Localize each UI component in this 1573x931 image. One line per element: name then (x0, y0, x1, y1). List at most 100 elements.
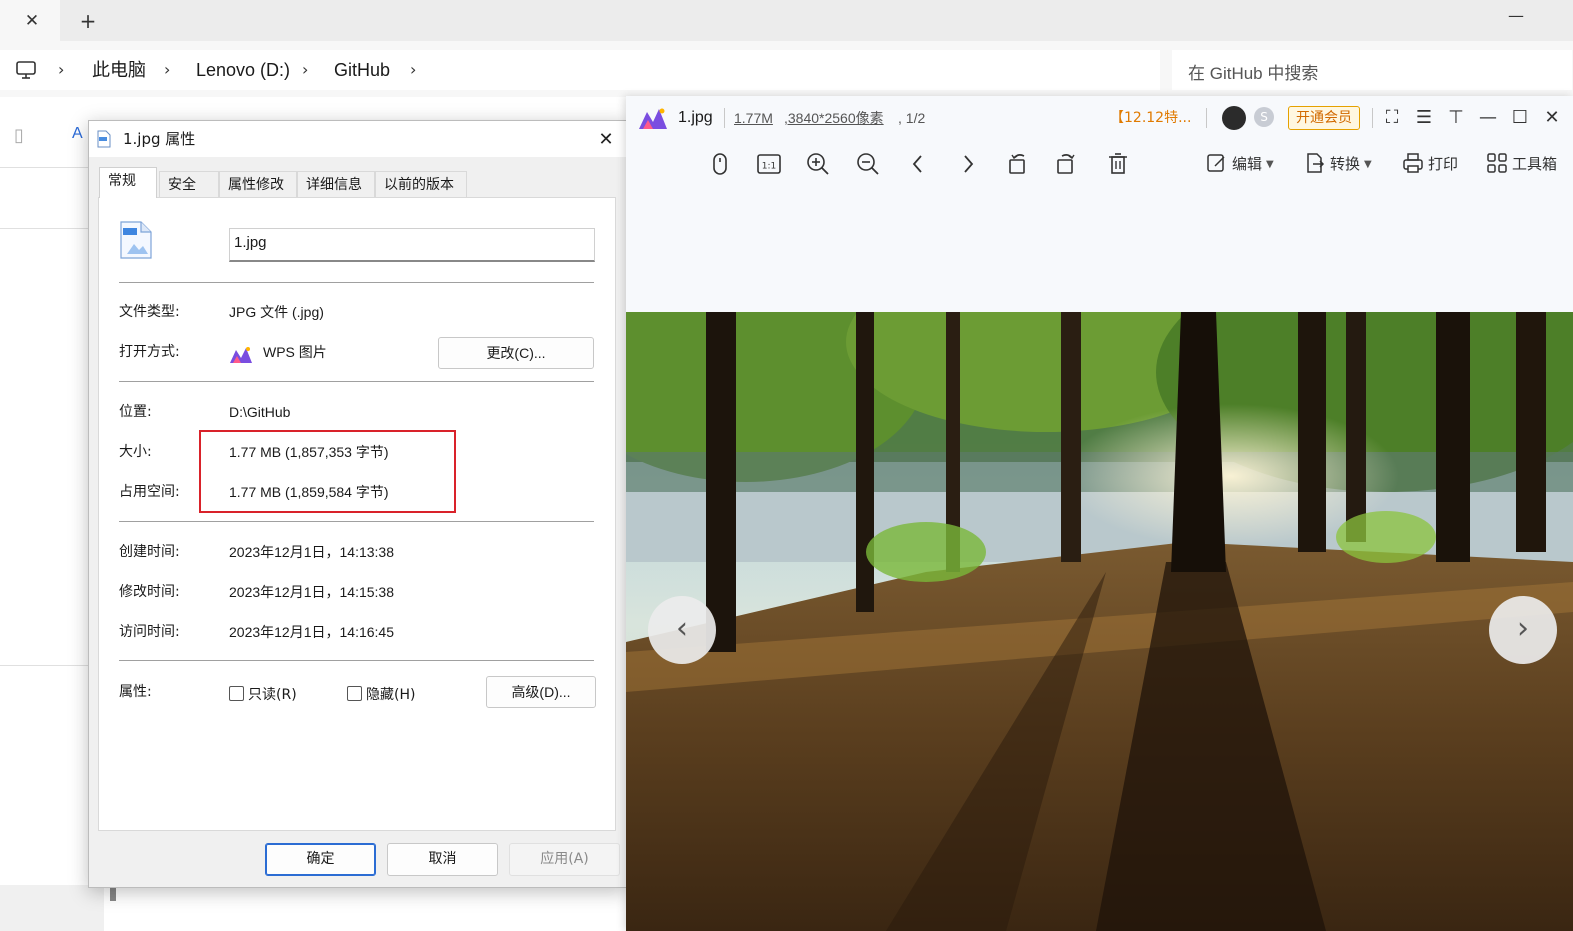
breadcrumb-github[interactable]: GitHub (334, 58, 390, 82)
vip-button[interactable]: 开通会员 (1288, 106, 1360, 130)
size-on-disk-label: 占用空间: (119, 484, 180, 500)
rotate-right-icon[interactable] (1054, 150, 1082, 178)
previous-icon[interactable] (904, 150, 932, 178)
edit-icon (1207, 154, 1225, 172)
readonly-checkbox[interactable]: 只读(R) (229, 685, 297, 705)
new-tab-button[interactable]: + (74, 8, 102, 34)
hidden-checkbox[interactable]: 隐藏(H) (347, 685, 415, 705)
menu-icon[interactable]: ☰ (1410, 104, 1438, 132)
chevron-right-icon[interactable]: › (302, 58, 308, 82)
explorer-tab-bar: ✕ + — (0, 0, 1573, 41)
file-type-value: JPG 文件 (.jpg) (229, 304, 324, 320)
dialog-title-bar[interactable]: 1.jpg 属性 ✕ (89, 121, 627, 157)
zoom-in-icon[interactable] (804, 150, 832, 178)
modified-label: 修改时间: (119, 584, 180, 600)
close-icon[interactable]: ✕ (1538, 104, 1566, 132)
tab-security[interactable]: 安全 (159, 171, 219, 197)
promo-link[interactable]: 【12.12特... (1110, 109, 1191, 127)
grid-icon (1487, 153, 1507, 173)
zoom-out-icon[interactable] (854, 150, 882, 178)
apply-button[interactable]: 应用(A) (509, 843, 620, 876)
properties-dialog: 1.jpg 属性 ✕ 常规 安全 属性修改 详细信息 以前的版本 1.jpg 文… (88, 120, 628, 888)
tab-previous-versions[interactable]: 以前的版本 (375, 171, 467, 197)
convert-label: 转换 (1330, 155, 1361, 173)
checkbox-box[interactable] (229, 686, 244, 701)
chevron-right-icon[interactable]: › (164, 58, 170, 82)
rotate-left-icon[interactable] (1004, 150, 1032, 178)
cancel-button[interactable]: 取消 (387, 843, 498, 876)
open-with-value: WPS 图片 (263, 344, 327, 360)
breadcrumb-drive[interactable]: Lenovo (D:) (196, 58, 290, 82)
divider (1372, 108, 1373, 128)
edit-label: 编辑 (1232, 155, 1263, 173)
status-area (0, 885, 104, 931)
file-icon (97, 130, 111, 148)
wps-logo-icon (639, 108, 667, 129)
created-value: 2023年12月1日，14:13:38 (229, 544, 394, 560)
avatar[interactable] (1222, 106, 1246, 130)
address-bar: › 此电脑 › Lenovo (D:) › GitHub › 在 GitHub … (0, 41, 1573, 97)
jpg-file-icon (120, 221, 152, 259)
advanced-button[interactable]: 高级(D)... (486, 676, 596, 708)
dimensions-link[interactable]: ,3840*2560像素 (784, 109, 884, 127)
open-with-label: 打开方式: (119, 344, 180, 360)
pin-icon[interactable]: ⊤ (1442, 104, 1470, 132)
chevron-right-icon[interactable]: › (58, 58, 64, 82)
image-viewer-window: 1.jpg 1.77M ,3840*2560像素 , 1/2 【12.12特..… (626, 96, 1573, 931)
fullscreen-icon[interactable]: ⛶ (1378, 104, 1406, 132)
previous-image-button[interactable]: ‹ (648, 596, 716, 664)
breadcrumb-this-pc[interactable]: 此电脑 (92, 58, 146, 82)
convert-button[interactable]: 转换 ▼ (1304, 152, 1372, 176)
divider (0, 665, 90, 666)
file-type-label: 文件类型: (119, 304, 180, 320)
tab-details[interactable]: 详细信息 (297, 171, 375, 197)
print-button[interactable]: 打印 (1402, 152, 1458, 176)
accessed-value: 2023年12月1日，14:16:45 (229, 624, 394, 640)
file-name-field[interactable]: 1.jpg (229, 228, 595, 262)
ok-button[interactable]: 确定 (265, 843, 376, 876)
next-icon[interactable] (954, 150, 982, 178)
accessed-label: 访问时间: (119, 624, 180, 640)
scrollbar[interactable] (110, 887, 116, 901)
divider (119, 660, 594, 661)
chevron-right-icon[interactable]: › (410, 58, 416, 82)
next-image-button[interactable]: › (1489, 596, 1557, 664)
divider (1206, 108, 1207, 128)
print-label: 打印 (1428, 155, 1459, 173)
viewer-toolbar: 1:1 编辑 ▼ 转换 ▼ 打印 工具箱 (626, 140, 1573, 188)
coin-icon[interactable]: S (1254, 107, 1274, 127)
minimize-icon[interactable]: — (1498, 4, 1534, 28)
divider (0, 228, 90, 229)
tab-general[interactable]: 常规 (99, 167, 157, 198)
forest-photo[interactable]: ‹ › (626, 312, 1573, 931)
clipboard-icon[interactable]: ▯ (14, 125, 34, 146)
minimize-icon[interactable]: — (1474, 104, 1502, 132)
breadcrumb[interactable]: › 此电脑 › Lenovo (D:) › GitHub › (0, 50, 1160, 90)
actual-size-label: 1:1 (762, 162, 776, 172)
caret-down-icon: ▼ (1266, 159, 1274, 170)
mouse-icon[interactable] (706, 150, 734, 178)
attributes-label: 属性: (119, 684, 152, 700)
change-button[interactable]: 更改(C)... (438, 337, 594, 369)
delete-icon[interactable] (1104, 150, 1132, 178)
checkbox-box[interactable] (347, 686, 362, 701)
forest-image (626, 312, 1573, 931)
toolbox-button[interactable]: 工具箱 (1486, 152, 1557, 176)
wps-icon (230, 347, 252, 363)
divider (119, 282, 594, 283)
tab-attribute-edit[interactable]: 属性修改 (219, 171, 297, 197)
viewer-title-bar[interactable]: 1.jpg 1.77M ,3840*2560像素 , 1/2 【12.12特..… (626, 96, 1573, 140)
maximize-icon[interactable]: ☐ (1506, 104, 1534, 132)
created-label: 创建时间: (119, 544, 180, 560)
file-size-link[interactable]: 1.77M (734, 109, 773, 127)
divider (119, 521, 594, 522)
search-input[interactable]: 在 GitHub 中搜索 (1172, 50, 1572, 90)
actual-size-icon[interactable]: 1:1 (755, 150, 783, 178)
close-tab-icon[interactable]: ✕ (16, 8, 48, 34)
close-icon[interactable]: ✕ (589, 127, 623, 153)
divider (0, 167, 90, 168)
divider (724, 108, 725, 128)
readonly-label: 只读(R) (248, 687, 297, 703)
computer-icon (16, 61, 36, 79)
edit-button[interactable]: 编辑 ▼ (1206, 152, 1274, 176)
